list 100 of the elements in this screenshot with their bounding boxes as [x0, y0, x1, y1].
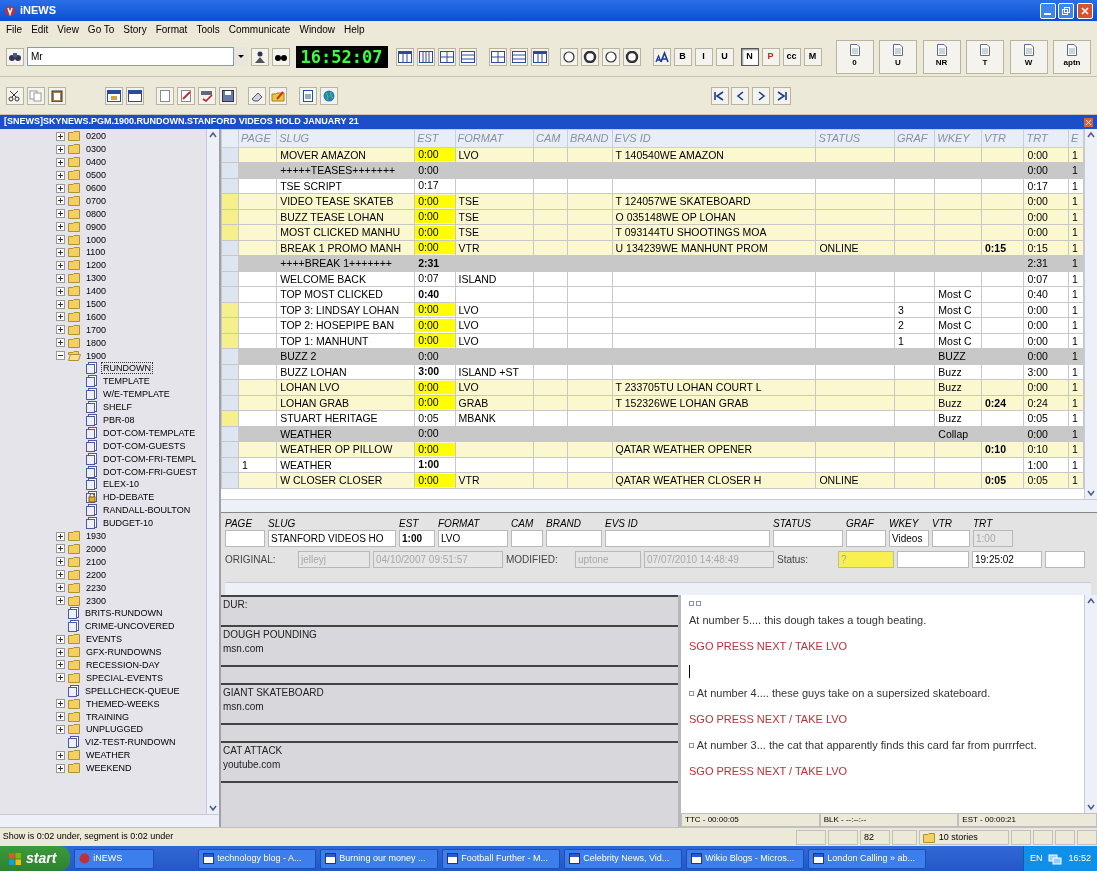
vertical-scrollbar[interactable] — [1084, 595, 1097, 813]
plus-icon[interactable] — [56, 673, 65, 683]
plus-icon[interactable] — [56, 260, 65, 270]
taskbar-button[interactable]: Football Further - M... — [442, 848, 561, 869]
layout-button[interactable] — [509, 47, 528, 66]
form-field[interactable] — [846, 530, 886, 547]
plus-icon[interactable] — [56, 157, 65, 167]
document-button[interactable] — [155, 86, 174, 105]
plus-icon[interactable] — [56, 183, 65, 193]
globe-button[interactable] — [319, 86, 338, 105]
tree-item[interactable]: 2230 — [84, 581, 109, 594]
tree-item[interactable]: 0200 — [84, 130, 109, 143]
tree-item[interactable]: SPELLCHECK-QUEUE — [83, 684, 182, 697]
font-size-button[interactable] — [652, 47, 671, 66]
layout-button[interactable] — [459, 47, 477, 66]
tree-item[interactable]: 0800 — [84, 207, 109, 220]
window-button[interactable] — [126, 86, 144, 105]
format-button[interactable]: I — [694, 47, 713, 66]
circle-button[interactable] — [623, 47, 641, 66]
plus-icon[interactable] — [56, 544, 65, 554]
tree-item[interactable]: 2000 — [84, 542, 109, 555]
tree-item[interactable]: SPECIAL-EVENTS — [84, 671, 166, 684]
tree-item[interactable]: 1100 — [84, 246, 108, 259]
tree-item[interactable]: CRIME-UNCOVERED — [83, 620, 177, 633]
plus-icon[interactable] — [56, 273, 65, 283]
horizontal-scrollbar[interactable] — [225, 582, 1091, 595]
form-field[interactable]: 19:25:02 — [972, 551, 1042, 568]
tree-item[interactable]: 2100 — [84, 555, 109, 568]
tree-item[interactable]: 0900 — [84, 220, 109, 233]
tree-item[interactable]: DOT-COM-FRI-GUEST — [101, 465, 199, 478]
minimize-button[interactable] — [1039, 2, 1056, 19]
first-page-button[interactable] — [710, 86, 729, 105]
tree-item[interactable]: EVENTS — [84, 633, 124, 646]
plus-icon[interactable] — [56, 596, 65, 605]
plus-icon[interactable] — [56, 699, 65, 709]
start-button[interactable]: start — [0, 846, 71, 871]
binoculars-button[interactable] — [6, 47, 24, 66]
tree-item[interactable]: 0600 — [84, 182, 109, 194]
tree-item[interactable]: UNPLUGGED — [84, 723, 145, 736]
tree-item[interactable]: RECESSION-DAY — [84, 658, 162, 671]
plus-icon[interactable] — [56, 750, 65, 760]
menu-item[interactable]: Edit — [31, 21, 49, 37]
menu-item[interactable]: File — [6, 21, 23, 37]
taskbar-button[interactable]: Burning our money ... — [320, 848, 439, 869]
form-field[interactable]: STANFORD VIDEOS HO — [268, 530, 396, 547]
tree-item[interactable]: RANDALL-BOULTON — [101, 504, 193, 517]
document-button[interactable]: 0 — [835, 39, 874, 74]
tree-item[interactable]: 1500 — [84, 298, 109, 310]
plus-icon[interactable] — [56, 724, 65, 734]
tree-item[interactable]: 1700 — [84, 323, 109, 336]
tree-item[interactable]: DOT-COM-TEMPLATE — [101, 426, 198, 439]
plus-icon[interactable] — [56, 557, 65, 567]
tree-item[interactable]: 1600 — [84, 310, 109, 323]
scissors-button[interactable] — [6, 86, 24, 105]
plus-icon[interactable] — [56, 763, 65, 773]
form-field[interactable] — [932, 530, 970, 547]
plus-icon[interactable] — [56, 247, 65, 257]
tree-item[interactable]: 0500 — [84, 169, 109, 182]
menu-item[interactable]: Help — [344, 21, 365, 37]
circle-button[interactable] — [581, 47, 599, 66]
plus-icon[interactable] — [56, 634, 65, 644]
tree-item[interactable]: SHELF — [101, 401, 134, 414]
document-edit-button[interactable] — [176, 86, 195, 105]
page-button[interactable] — [298, 86, 317, 105]
minus-icon[interactable] — [56, 351, 65, 361]
format-button[interactable]: P — [761, 47, 780, 66]
tree-item[interactable]: 1000 — [84, 233, 109, 246]
search-person-button[interactable] — [250, 47, 269, 66]
format-button[interactable]: U — [715, 47, 734, 66]
taskbar-button[interactable]: Wikio Blogs - Micros... — [686, 848, 805, 869]
menu-item[interactable]: Window — [299, 21, 335, 37]
menu-item[interactable]: View — [57, 21, 79, 37]
tree-item[interactable]: 0400 — [84, 156, 109, 169]
plus-icon[interactable] — [56, 170, 65, 180]
plus-icon[interactable] — [56, 222, 65, 232]
tree-item[interactable]: BUDGET-10 — [101, 517, 155, 530]
layout-button[interactable] — [438, 47, 456, 66]
tree-item[interactable]: WEATHER — [84, 749, 133, 762]
layout-button[interactable] — [396, 47, 414, 66]
spellcheck-button[interactable] — [197, 86, 216, 105]
binoculars-button[interactable] — [271, 47, 290, 66]
plus-icon[interactable] — [56, 712, 65, 721]
vertical-scrollbar[interactable] — [206, 129, 219, 814]
document-button[interactable]: W — [1009, 39, 1048, 74]
form-field[interactable] — [897, 551, 969, 568]
tree-item[interactable]: 2300 — [84, 594, 109, 607]
tree-item[interactable]: THEMED-WEEKS — [84, 697, 162, 710]
form-field[interactable]: Videos — [889, 530, 929, 547]
horizontal-scrollbar[interactable] — [0, 814, 219, 827]
previous-button[interactable] — [731, 86, 750, 105]
taskbar-button[interactable]: London Calling » ab... — [808, 848, 927, 869]
plus-icon[interactable] — [56, 312, 65, 322]
last-page-button[interactable] — [772, 86, 791, 105]
tree-item[interactable]: 2200 — [84, 568, 109, 581]
plus-icon[interactable] — [56, 196, 65, 206]
layout-button[interactable] — [488, 47, 507, 66]
restore-button[interactable] — [1058, 2, 1075, 19]
clipboard-button[interactable] — [48, 86, 66, 105]
tree-item[interactable]: 1300 — [84, 272, 109, 285]
menu-item[interactable]: Tools — [196, 21, 220, 37]
